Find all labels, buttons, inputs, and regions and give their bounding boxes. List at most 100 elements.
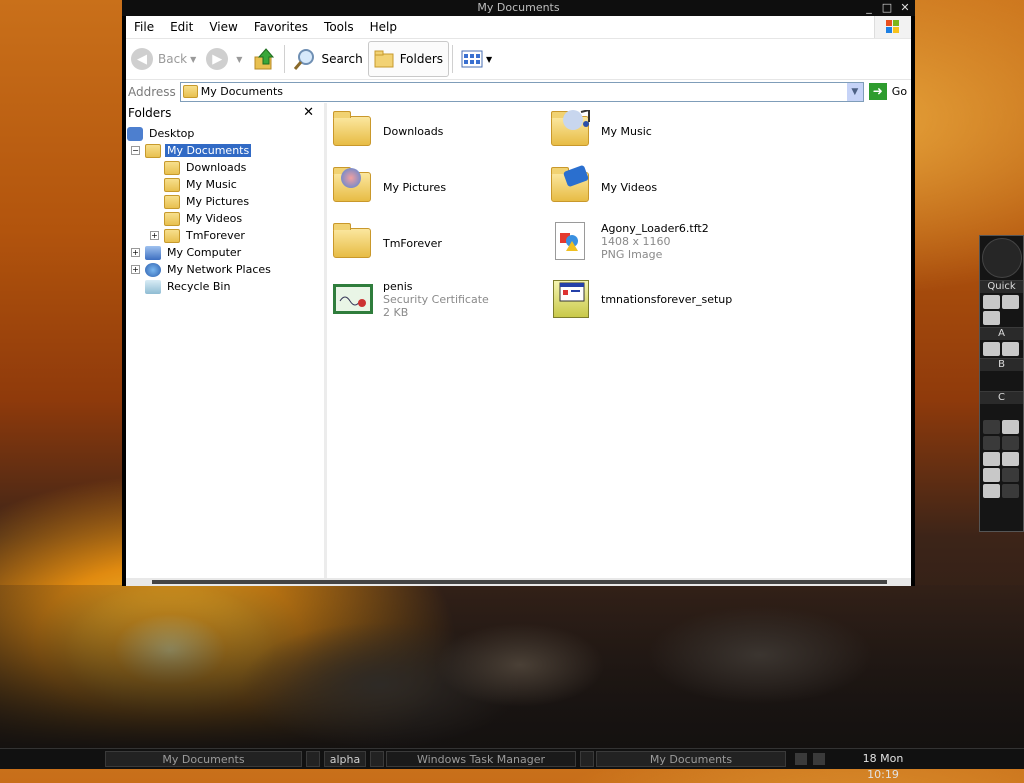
app-icon[interactable]	[1002, 436, 1019, 450]
internet-explorer-icon[interactable]	[1002, 420, 1019, 434]
window-titlebar[interactable]: My Documents _ □ ✕	[122, 0, 915, 16]
internet-explorer-icon[interactable]	[983, 295, 1000, 309]
tree-item-recycle-bin[interactable]: Recycle Bin	[145, 278, 232, 295]
forward-dropdown-icon[interactable]: ▼	[236, 55, 242, 64]
folder-icon[interactable]	[1002, 342, 1019, 356]
address-dropdown-icon[interactable]: ▼	[846, 82, 863, 101]
tree-item-label: TmForever	[186, 229, 245, 242]
back-button[interactable]: ◀ Back ▼	[126, 42, 201, 76]
app-icon[interactable]	[983, 468, 1000, 482]
tree-item-desktop[interactable]: Desktop	[127, 125, 196, 142]
file-item-agony-loader[interactable]: Agony_Loader6.tft2 1408 x 1160 PNG Image	[549, 220, 709, 262]
tree-item-my-documents[interactable]: − My Documents	[131, 142, 252, 159]
folder-icon	[331, 222, 375, 264]
forward-button[interactable]: ▶ ▼	[201, 42, 247, 76]
menu-tools[interactable]: Tools	[316, 20, 362, 34]
certificate-icon	[331, 278, 375, 320]
views-dropdown-icon[interactable]: ▼	[486, 55, 492, 64]
go-button[interactable]: ➜ Go	[868, 83, 907, 100]
scrollbar-thumb[interactable]	[152, 580, 887, 584]
tree-item-my-pictures[interactable]: My Pictures	[164, 193, 251, 210]
tree-item-tmforever[interactable]: + TmForever	[150, 227, 247, 244]
printer-icon[interactable]	[1002, 452, 1019, 466]
system-tray	[792, 751, 842, 767]
tree-item-my-computer[interactable]: + My Computer	[131, 244, 243, 261]
file-item-tmnations-setup[interactable]: tmnationsforever_setup	[549, 278, 732, 320]
close-icon[interactable]: ✕	[303, 103, 314, 123]
network-tray-icon[interactable]	[795, 753, 807, 765]
toolbar-separator	[452, 45, 454, 73]
computer-icon[interactable]	[983, 342, 1000, 356]
file-item-tmforever[interactable]: TmForever	[331, 222, 442, 264]
tree-item-downloads[interactable]: Downloads	[164, 159, 248, 176]
menu-view[interactable]: View	[201, 20, 245, 34]
maximize-button[interactable]: □	[879, 1, 895, 15]
menu-edit[interactable]: Edit	[162, 20, 201, 34]
pictures-folder-icon	[331, 166, 375, 208]
address-input[interactable]: My Documents ▼	[179, 81, 864, 102]
folders-button[interactable]: Folders	[367, 41, 450, 77]
dock-quick-icons	[980, 293, 1023, 327]
close-button[interactable]: ✕	[897, 1, 913, 15]
collapse-icon[interactable]: −	[131, 146, 140, 155]
tree-item-my-network-places[interactable]: + My Network Places	[131, 261, 273, 278]
forward-arrow-icon: ▶	[206, 48, 229, 70]
views-button[interactable]: ▼	[456, 42, 497, 76]
folders-pane-title: Folders	[128, 106, 172, 120]
file-type: Security Certificate	[383, 292, 489, 306]
go-arrow-icon: ➜	[868, 83, 887, 100]
up-folder-button[interactable]	[247, 42, 281, 76]
app-icon[interactable]	[983, 452, 1000, 466]
toolbar: ◀ Back ▼ ▶ ▼ Search Folders ▼	[126, 38, 911, 79]
menu-favorites[interactable]: Favorites	[246, 20, 316, 34]
file-name: tmnationsforever_setup	[601, 292, 733, 306]
minimize-button[interactable]: _	[861, 1, 877, 15]
file-item-downloads[interactable]: Downloads	[331, 110, 443, 152]
taskbar-clock[interactable]: 18 Mon 10:19	[846, 751, 920, 781]
task-icon[interactable]	[306, 751, 320, 767]
file-item-my-music[interactable]: My Music	[549, 110, 652, 152]
task-my-documents-2[interactable]: My Documents	[596, 751, 786, 767]
tray-app-icon[interactable]	[813, 753, 825, 765]
tree-item-label: My Pictures	[186, 195, 250, 208]
address-value: My Documents	[200, 85, 284, 98]
folders-label: Folders	[399, 52, 444, 66]
explorer-window: My Documents _ □ ✕ File Edit View Favori…	[122, 0, 915, 586]
app-icon[interactable]	[983, 436, 1000, 450]
task-my-documents[interactable]: My Documents	[105, 751, 302, 767]
tree-item-label: My Videos	[186, 212, 243, 225]
file-item-certificate[interactable]: penis Security Certificate 2 KB	[331, 278, 489, 320]
tree-item-my-videos[interactable]: My Videos	[164, 210, 244, 227]
back-dropdown-icon[interactable]: ▼	[190, 55, 196, 64]
menu-help[interactable]: Help	[362, 20, 405, 34]
file-item-my-videos[interactable]: My Videos	[549, 164, 658, 208]
file-item-my-pictures[interactable]: My Pictures	[331, 166, 446, 208]
expand-icon[interactable]: +	[131, 265, 140, 274]
menu-file[interactable]: File	[126, 20, 162, 34]
tree-item-label: Desktop	[149, 127, 195, 140]
folder-icon	[182, 85, 198, 98]
expand-icon[interactable]: +	[150, 231, 159, 240]
search-icon	[294, 49, 315, 70]
task-windows-task-manager[interactable]: Windows Task Manager	[386, 751, 576, 767]
menu-bar: File Edit View Favorites Tools Help	[126, 16, 911, 38]
task-alpha[interactable]: alpha	[324, 751, 366, 767]
recycle-bin-icon[interactable]	[983, 484, 1000, 498]
app-icon[interactable]	[1002, 484, 1019, 498]
folder-icon[interactable]	[580, 751, 594, 767]
media-player-icon[interactable]	[983, 311, 1000, 325]
horizontal-scrollbar[interactable]	[126, 578, 911, 586]
outlook-icon[interactable]	[1002, 295, 1019, 309]
clock-icon	[981, 238, 1022, 278]
recycle-bin-icon	[145, 279, 161, 294]
tree-item-my-music[interactable]: My Music	[164, 176, 239, 193]
file-name: My Videos	[601, 180, 658, 194]
search-button[interactable]: Search	[288, 42, 367, 76]
app-icon[interactable]	[983, 420, 1000, 434]
app-icon[interactable]	[1002, 468, 1019, 482]
task-manager-icon[interactable]	[370, 751, 384, 767]
expand-icon[interactable]: +	[131, 248, 140, 257]
tree-item-label: My Documents	[165, 144, 252, 157]
folders-pane: Folders ✕ Desktop − My Documents Download…	[126, 103, 324, 578]
network-icon	[145, 262, 161, 277]
